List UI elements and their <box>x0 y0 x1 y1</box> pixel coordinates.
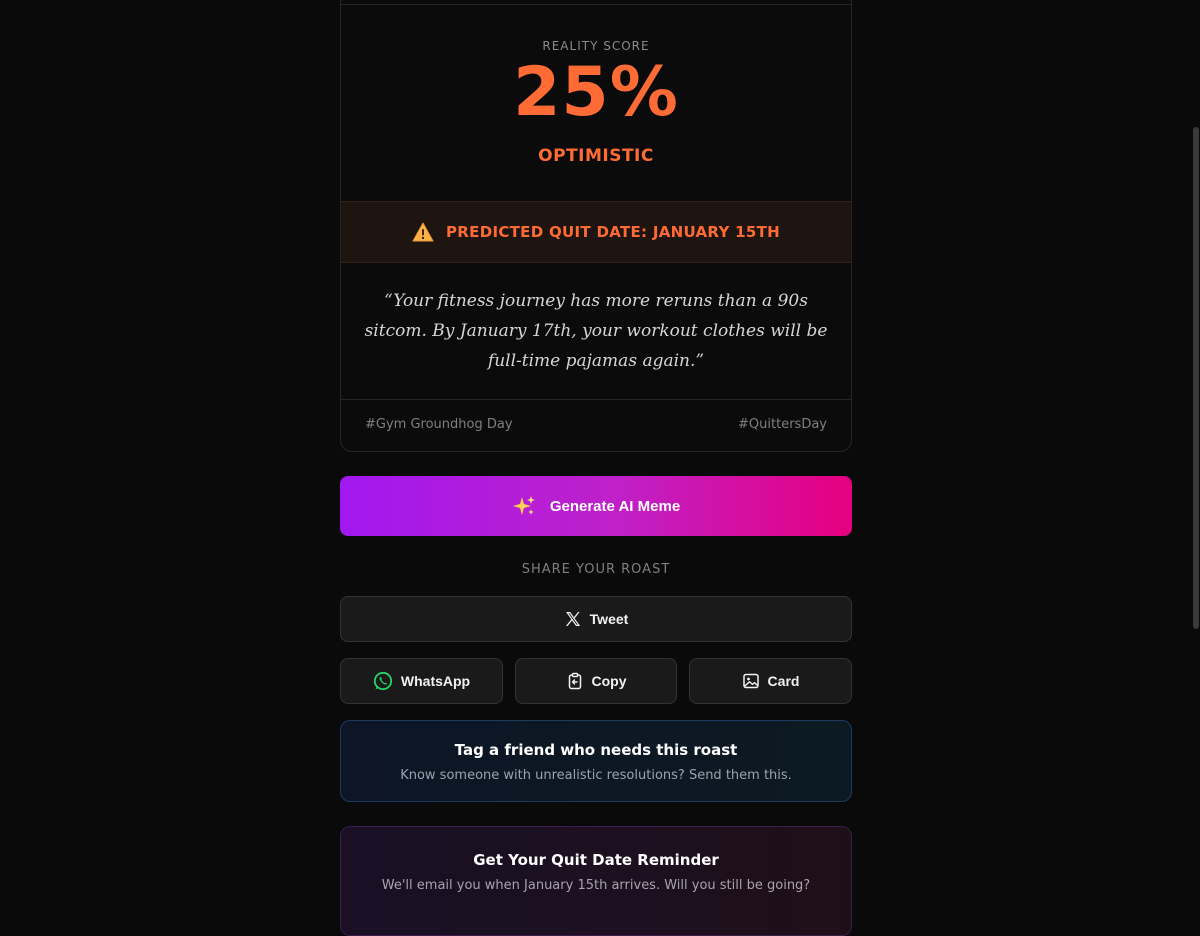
whatsapp-icon <box>373 671 393 691</box>
quit-date-reminder-card: Get Your Quit Date Reminder We'll email … <box>340 826 852 936</box>
reminder-subtitle: We'll email you when January 15th arrive… <box>381 878 811 893</box>
clipboard-icon <box>566 672 584 690</box>
share-section-label: SHARE YOUR ROAST <box>521 562 671 577</box>
reality-score-verdict: OPTIMISTIC <box>538 146 654 166</box>
tag-friend-card[interactable]: Tag a friend who needs this roast Know s… <box>340 720 852 802</box>
copy-button[interactable]: Copy <box>515 658 677 704</box>
whatsapp-label: WhatsApp <box>400 673 471 689</box>
generate-ai-meme-label: Generate AI Meme <box>549 497 681 515</box>
scrollbar-thumb[interactable] <box>1193 127 1199 629</box>
reality-score-value: 25% <box>513 53 679 132</box>
reminder-title: Get Your Quit Date Reminder <box>473 851 719 869</box>
predicted-quit-date-text: PREDICTED QUIT DATE: JANUARY 15TH <box>446 223 780 241</box>
x-logo-icon <box>564 610 582 628</box>
copy-label: Copy <box>591 673 627 689</box>
reality-score-card: REALITY SCORE 25% OPTIMISTIC PREDICTED Q… <box>340 0 852 452</box>
reality-score-label: REALITY SCORE <box>542 39 650 53</box>
predicted-quit-date-banner: PREDICTED QUIT DATE: JANUARY 15TH <box>341 201 851 263</box>
tag-friend-title: Tag a friend who needs this roast <box>454 741 738 759</box>
warning-icon <box>412 222 434 242</box>
hashtag-left: #Gym Groundhog Day <box>365 417 513 432</box>
tweet-label: Tweet <box>589 611 629 627</box>
whatsapp-button[interactable]: WhatsApp <box>340 658 503 704</box>
card-top-divider <box>341 4 851 5</box>
sparkles-icon <box>512 494 536 518</box>
tag-friend-subtitle: Know someone with unrealistic resolution… <box>400 768 792 783</box>
generate-ai-meme-button[interactable]: Generate AI Meme <box>340 476 852 536</box>
card-label: Card <box>767 673 800 689</box>
tags-divider <box>341 399 851 400</box>
hashtag-right: #QuittersDay <box>738 417 827 432</box>
tweet-button[interactable]: Tweet <box>340 596 852 642</box>
roast-quote: “Your fitness journey has more reruns th… <box>364 291 828 371</box>
card-button[interactable]: Card <box>689 658 852 704</box>
image-icon <box>742 672 760 690</box>
